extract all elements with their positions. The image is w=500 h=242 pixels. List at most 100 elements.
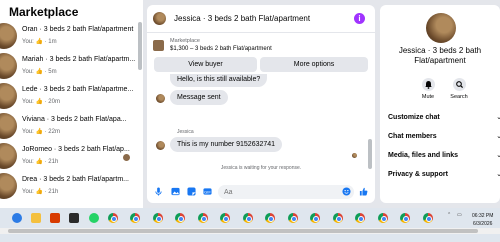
message-composer: GIF [147, 181, 375, 203]
chrome-icon[interactable] [153, 213, 163, 223]
bell-icon [421, 78, 435, 91]
image-icon[interactable] [171, 187, 180, 196]
sticker-icon[interactable] [187, 187, 196, 196]
like-icon[interactable] [359, 187, 368, 196]
avatar [0, 23, 17, 49]
listing-banner[interactable]: Marketplace $1,300 – 3 beds 2 bath Flat/… [147, 35, 375, 57]
system-clock[interactable]: 06:32 PM 6/3/2026 [472, 212, 493, 228]
chat-panel: Jessica · 3 beds 2 bath Flat/apartment i… [147, 5, 375, 203]
thumbs-up-icon: 👍 [35, 99, 43, 105]
message-input[interactable] [218, 185, 354, 199]
contact-avatar[interactable] [426, 13, 456, 43]
conversation-preview: You: 👍 · 5m [22, 69, 57, 75]
search-label: Search [450, 94, 468, 100]
message-bubble: Message sent [170, 90, 228, 105]
microphone-icon[interactable] [154, 187, 163, 196]
sender-name: Jessica [177, 129, 194, 135]
more-options-button[interactable]: More options [260, 57, 368, 72]
chat-members-item[interactable]: Chat members ⌄ [388, 131, 500, 143]
waiting-notice: Jessica is waiting for your response. [220, 165, 302, 171]
svg-text:GIF: GIF [204, 189, 211, 194]
horizontal-scrollbar[interactable] [0, 228, 500, 234]
conversation-list-panel: Marketplace Oran · 3 beds 2 bath Flat/ap… [0, 0, 143, 208]
conversation-preview: You: 👍 · 21h [22, 189, 59, 195]
chrome-icon[interactable] [378, 213, 388, 223]
app-icon[interactable] [69, 213, 79, 223]
chrome-icon[interactable] [265, 213, 275, 223]
chrome-icon[interactable] [243, 213, 253, 223]
chevron-down-icon: ⌄ [496, 152, 500, 159]
sender-avatar [156, 141, 165, 150]
listing-detail: $1,300 – 3 beds 2 bath Flat/apartment [170, 46, 272, 52]
conversation-name: JoRomeo · 3 beds 2 bath Flat/ap... [22, 146, 130, 153]
search-button[interactable]: Search [449, 78, 469, 100]
chevron-down-icon: ⌄ [496, 171, 500, 178]
mute-button[interactable]: Mute [418, 78, 438, 100]
conversation-name: Lede · 3 beds 2 bath Flat/apartme... [22, 86, 134, 93]
chat-info-panel: Jessica · 3 beds 2 bath Flat/apartment M… [380, 5, 500, 203]
contact-name: Jessica · 3 beds 2 bath Flat/apartment [398, 46, 482, 65]
chrome-icon[interactable] [108, 213, 118, 223]
chrome-icon[interactable] [198, 213, 208, 223]
chrome-icon[interactable] [310, 213, 320, 223]
clock-time: 06:32 PM [472, 213, 494, 219]
network-icon[interactable]: ▭ [457, 212, 462, 218]
seen-avatar [352, 153, 357, 158]
chevron-down-icon: ⌄ [496, 114, 500, 121]
thumbs-up-icon: 👍 [35, 189, 43, 195]
chrome-icon[interactable] [400, 213, 410, 223]
tray-chevron-icon[interactable]: ⌃ [447, 212, 451, 218]
conversation-item-lede[interactable]: Lede · 3 beds 2 bath Flat/apartme... You… [0, 82, 143, 112]
marketplace-title: Marketplace [9, 5, 79, 19]
gif-icon[interactable]: GIF [203, 187, 212, 196]
whatsapp-icon[interactable] [89, 213, 99, 223]
avatar [0, 143, 17, 169]
chrome-icon[interactable] [220, 213, 230, 223]
conversation-preview: You: 👍 · 20m [22, 99, 60, 105]
chrome-icon[interactable] [175, 213, 185, 223]
chat-scrollbar[interactable] [368, 139, 372, 169]
info-icon[interactable]: i [354, 13, 365, 24]
chrome-icon[interactable] [288, 213, 298, 223]
avatar [0, 83, 17, 109]
sender-avatar [156, 94, 165, 103]
conversation-item-oran[interactable]: Oran · 3 beds 2 bath Flat/apartment You:… [0, 22, 143, 52]
thumbs-up-icon: 👍 [35, 39, 43, 45]
avatar [0, 113, 17, 139]
listing-thumbnail [153, 40, 164, 51]
avatar [0, 173, 17, 199]
conversation-name: Mariah · 3 beds 2 bath Flat/apartm... [22, 56, 136, 63]
clock-date: 6/3/2026 [472, 221, 493, 227]
edge-icon[interactable] [12, 213, 22, 223]
conversation-preview: You: 👍 · 21h [22, 159, 59, 165]
message-bubble: Hello, is this still available? [170, 74, 268, 87]
privacy-support-item[interactable]: Privacy & support ⌄ [388, 169, 500, 181]
seen-avatar [123, 154, 130, 161]
conversation-item-joromeo[interactable]: JoRomeo · 3 beds 2 bath Flat/ap... You: … [0, 142, 143, 172]
listing-label: Marketplace [170, 38, 200, 44]
file-explorer-icon[interactable] [31, 213, 41, 223]
chat-title[interactable]: Jessica · 3 beds 2 bath Flat/apartment [174, 14, 310, 23]
conversation-item-viviana[interactable]: Viviana · 3 beds 2 bath Flat/apa... You:… [0, 112, 143, 142]
thumbs-up-icon: 👍 [35, 69, 43, 75]
chrome-icon[interactable] [355, 213, 365, 223]
customize-chat-item[interactable]: Customize chat ⌄ [388, 112, 500, 124]
store-icon[interactable] [50, 213, 60, 223]
thumbs-up-icon: 👍 [35, 159, 43, 165]
windows-taskbar: ⌃ ▭ 06:32 PM 6/3/2026 [0, 208, 500, 242]
conversation-name: Oran · 3 beds 2 bath Flat/apartment [22, 26, 134, 33]
conversation-item-mariah[interactable]: Mariah · 3 beds 2 bath Flat/apartm... Yo… [0, 52, 143, 82]
conversation-preview: You: 👍 · 22m [22, 129, 60, 135]
conversation-name: Viviana · 3 beds 2 bath Flat/apa... [22, 116, 127, 123]
emoji-icon[interactable] [342, 187, 351, 196]
chrome-icon[interactable] [333, 213, 343, 223]
chat-avatar[interactable] [153, 12, 166, 25]
view-buyer-button[interactable]: View buyer [154, 57, 257, 72]
media-files-links-item[interactable]: Media, files and links ⌄ [388, 150, 500, 162]
chrome-icon[interactable] [423, 213, 433, 223]
conversation-item-drea[interactable]: Drea · 3 beds 2 bath Flat/apartm... You:… [0, 172, 143, 202]
message-bubble: This is my number 9152632741 [170, 137, 283, 152]
scrollbar-thumb[interactable] [8, 229, 478, 233]
search-icon [452, 78, 466, 91]
chrome-icon[interactable] [130, 213, 140, 223]
